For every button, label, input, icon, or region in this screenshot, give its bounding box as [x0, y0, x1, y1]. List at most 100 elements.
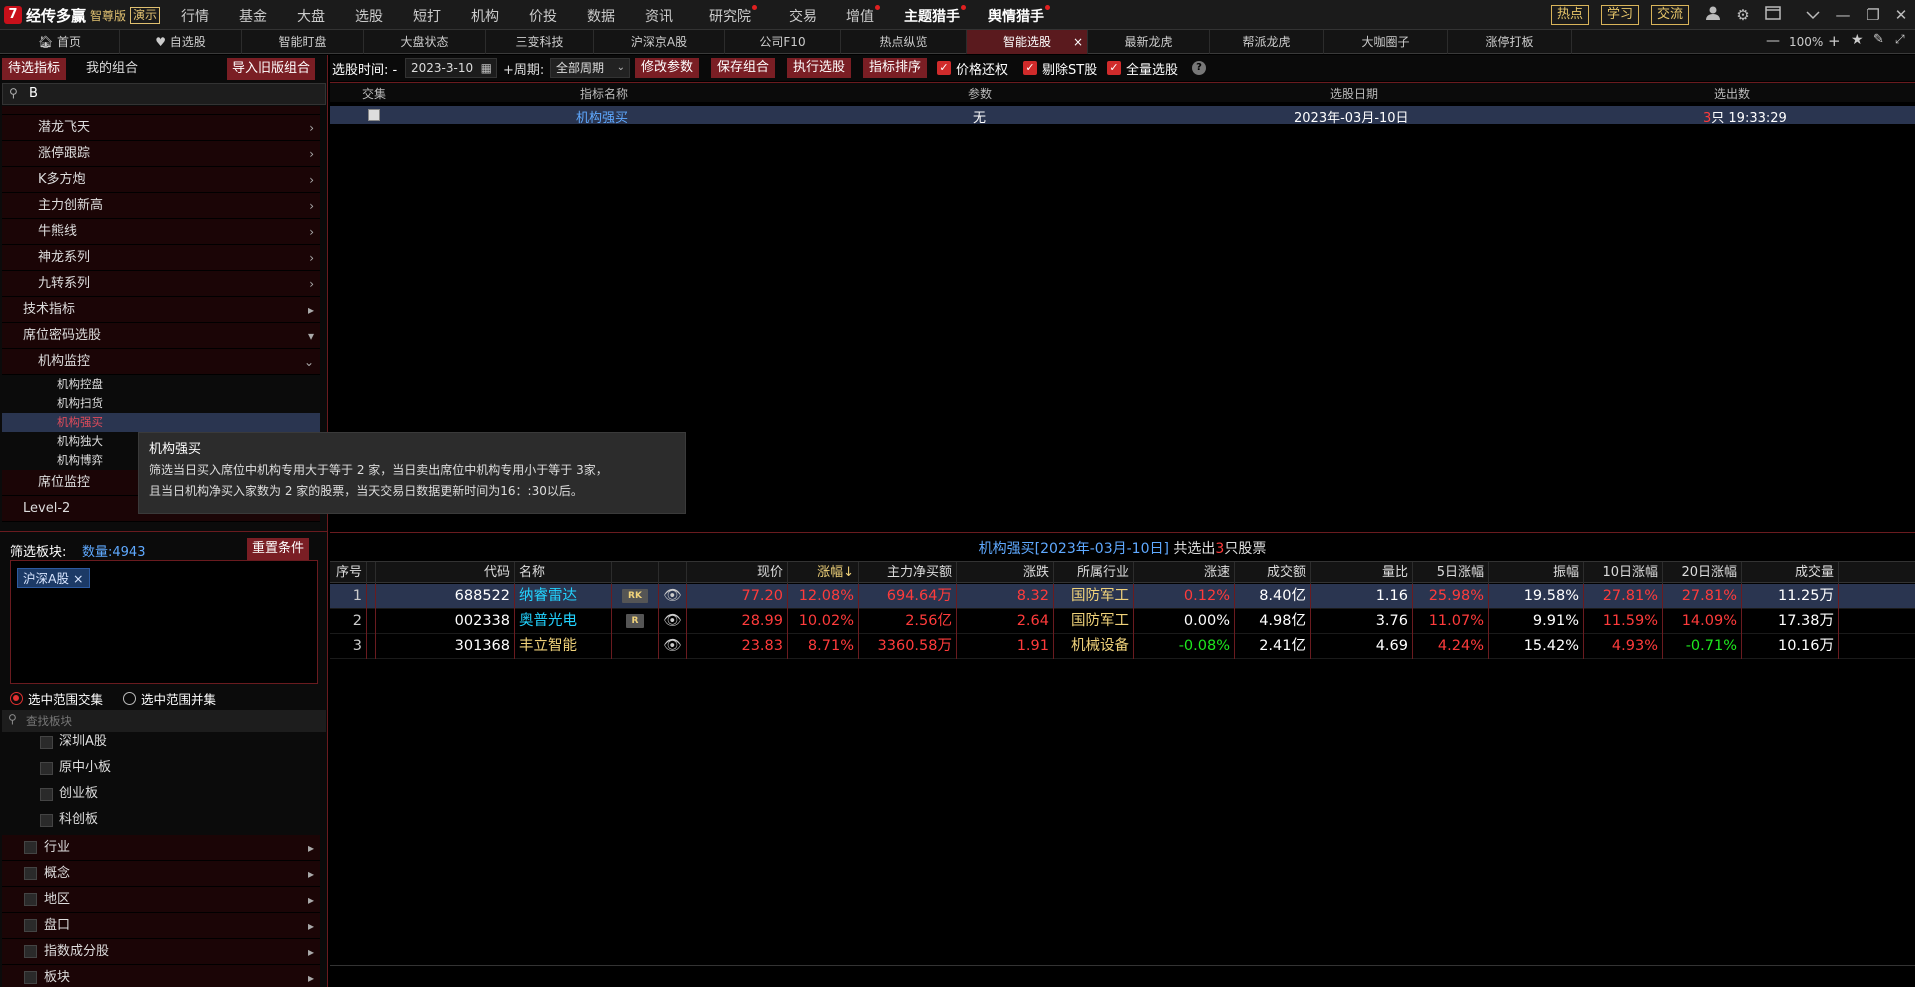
menu-stock-pick[interactable]: 选股 [355, 6, 383, 26]
th-index[interactable]: 序号 [330, 562, 367, 584]
eye-icon[interactable]: 👁︎ [659, 609, 687, 634]
menu-market[interactable]: 行情 [181, 6, 209, 26]
tree-item[interactable]: 潜龙飞天 › [2, 115, 320, 141]
row-checkbox-icon[interactable] [368, 109, 380, 121]
menu-value[interactable]: 价投 [529, 6, 557, 26]
board-search-input[interactable]: 查找板块 [26, 713, 72, 729]
learn-button[interactable]: 学习 [1601, 5, 1640, 25]
calendar-icon[interactable]: ▦ [481, 59, 492, 77]
menu-fund[interactable]: 基金 [239, 6, 267, 26]
table-row[interactable]: 1 688522 纳睿雷达 RK 👁︎ 77.20 12.08% 694.64万… [330, 584, 1915, 609]
th-change-pct[interactable]: 涨幅↓ [788, 562, 859, 584]
sort-indicators-button[interactable]: 指标排序 [863, 58, 928, 78]
board-checkbox-row[interactable]: 原中小板 [40, 756, 111, 780]
category-row[interactable]: 概念 ▸ [2, 861, 320, 887]
eye-icon[interactable]: 👁︎ [659, 634, 687, 659]
th-change[interactable]: 涨跌 [957, 562, 1054, 584]
restore-icon[interactable]: ❐ [1863, 5, 1883, 25]
tree-item[interactable]: 牛熊线 › [2, 219, 320, 245]
menu-theme-hunter[interactable]: 主题猎手 [904, 5, 966, 26]
menu-sentiment-hunter[interactable]: 舆情猎手 [988, 5, 1050, 26]
date-picker[interactable]: 2023-3-10 ▦ [405, 58, 497, 78]
chevron-down-icon[interactable] [1803, 5, 1823, 25]
gear-icon[interactable]: ⚙ [1733, 5, 1753, 25]
pin-icon[interactable]: ✎ [1873, 32, 1884, 47]
tab-home[interactable]: 🏠︎ 首页 [0, 30, 120, 54]
menu-institution[interactable]: 机构 [471, 6, 499, 26]
menu-data[interactable]: 数据 [587, 6, 615, 26]
menu-short-trade[interactable]: 短打 [413, 6, 441, 26]
category-row[interactable]: 指数成分股 ▸ [2, 939, 320, 965]
menu-index[interactable]: 大盘 [297, 6, 325, 26]
tab-smart-pick[interactable]: 智能选股 × [967, 30, 1088, 54]
indicator-row[interactable]: 机构强买 无 2023年-03月-10日 3只 19:33:29 [330, 106, 1915, 126]
tab-three-change[interactable]: 三变科技 [486, 30, 594, 54]
tree-inst-monitor[interactable]: 机构监控 ⌄ [2, 349, 320, 375]
cell-name[interactable]: 丰立智能 [515, 634, 612, 659]
board-checkbox-row[interactable]: 科创板 [40, 808, 98, 832]
th-code[interactable]: 代码 [375, 562, 515, 584]
th-turnover[interactable]: 成交额 [1235, 562, 1311, 584]
import-old-combo-button[interactable]: 导入旧版组合 [227, 58, 316, 80]
exchange-button[interactable]: 交流 [1651, 5, 1690, 25]
full-pick-label[interactable]: 全量选股 [1126, 59, 1178, 78]
category-row[interactable]: 盘口 ▸ [2, 913, 320, 939]
user-icon[interactable] [1703, 5, 1723, 25]
help-icon[interactable]: ? [1192, 61, 1206, 75]
category-row[interactable]: 地区 ▸ [2, 887, 320, 913]
tab-market-status[interactable]: 大盘状态 [364, 30, 486, 54]
eye-icon[interactable]: 👁︎ [659, 584, 687, 609]
chip-close-icon[interactable]: × [73, 571, 83, 586]
indicator-search[interactable]: ⚲ B [2, 83, 326, 105]
category-row[interactable]: 板块 ▸ [2, 965, 320, 987]
th-speed[interactable]: 涨速 [1134, 562, 1235, 584]
checkbox-checked-icon[interactable]: ✓ [1023, 61, 1037, 75]
th-amplitude[interactable]: 振幅 [1489, 562, 1584, 584]
tree-item[interactable]: 九转系列 › [2, 271, 320, 297]
fullscreen-icon[interactable]: ⤢ [1895, 32, 1905, 47]
board-chip[interactable]: 沪深A股 × [17, 568, 90, 588]
th-5d-change[interactable]: 5日涨幅 [1413, 562, 1489, 584]
inst-item-selected[interactable]: 机构强买 [2, 413, 320, 432]
th-name[interactable]: 名称 [515, 562, 612, 584]
tree-item[interactable]: 神龙系列 › [2, 245, 320, 271]
demo-badge[interactable]: 演示 [130, 6, 161, 24]
th-price[interactable]: 现价 [687, 562, 788, 584]
tab-hot-overview[interactable]: 热点纵览 [841, 30, 967, 54]
reset-conditions-button[interactable]: 重置条件 [247, 538, 310, 560]
indicator-search-input[interactable]: B [29, 86, 38, 101]
th-volume[interactable]: 成交量 [1742, 562, 1839, 584]
table-row[interactable]: 2 002338 奥普光电 R 👁︎ 28.99 10.02% 2.56亿 2.… [330, 609, 1915, 634]
exclude-st-label[interactable]: 剔除ST股 [1042, 59, 1097, 78]
board-checkbox-row[interactable]: 深圳A股 [40, 730, 107, 754]
menu-news[interactable]: 资讯 [645, 6, 673, 26]
th-10d-change[interactable]: 10日涨幅 [1584, 562, 1663, 584]
period-select[interactable]: 全部周期 ⌄ [550, 58, 630, 78]
th-20d-change[interactable]: 20日涨幅 [1663, 562, 1742, 584]
menu-research[interactable]: 研究院 [709, 5, 757, 26]
board-checkbox-row[interactable]: 创业板 [40, 782, 98, 806]
cell-name[interactable]: 奥普光电 [515, 609, 612, 634]
hot-button[interactable]: 热点 [1551, 5, 1590, 25]
layout-icon[interactable] [1763, 5, 1783, 25]
tree-item[interactable]: K多方炮 › [2, 167, 320, 193]
tree-item[interactable]: 主力创新高 › [2, 193, 320, 219]
tab-limit-up[interactable]: 涨停打板 [1448, 30, 1572, 54]
tree-technical-indicators[interactable]: 技术指标 ▸ [2, 297, 320, 323]
tab-big-circle[interactable]: 大咖圈子 [1324, 30, 1448, 54]
tab-latest-dragon[interactable]: 最新龙虎 [1088, 30, 1210, 54]
minimize-icon[interactable]: — [1833, 5, 1853, 25]
tree-seat-code[interactable]: 席位密码选股 ▾ [2, 323, 320, 349]
th-industry[interactable]: 所属行业 [1054, 562, 1134, 584]
tab-watchlist[interactable]: ♥ 自选股 [120, 30, 242, 54]
tree-item[interactable]: 涨停跟踪 › [2, 141, 320, 167]
close-icon[interactable]: ✕ [1891, 5, 1911, 25]
tab-pending-indicators[interactable]: 待选指标 [2, 58, 67, 80]
radio-union[interactable]: 选中范围并集 [123, 689, 216, 708]
zoom-out-icon[interactable]: — [1766, 33, 1780, 49]
save-combo-button[interactable]: 保存组合 [711, 58, 776, 78]
checkbox-checked-icon[interactable]: ✓ [937, 61, 951, 75]
star-icon[interactable]: ★ [1851, 32, 1864, 48]
menu-value-added[interactable]: 增值 [846, 5, 880, 26]
radio-intersect[interactable]: 选中范围交集 [10, 689, 103, 708]
